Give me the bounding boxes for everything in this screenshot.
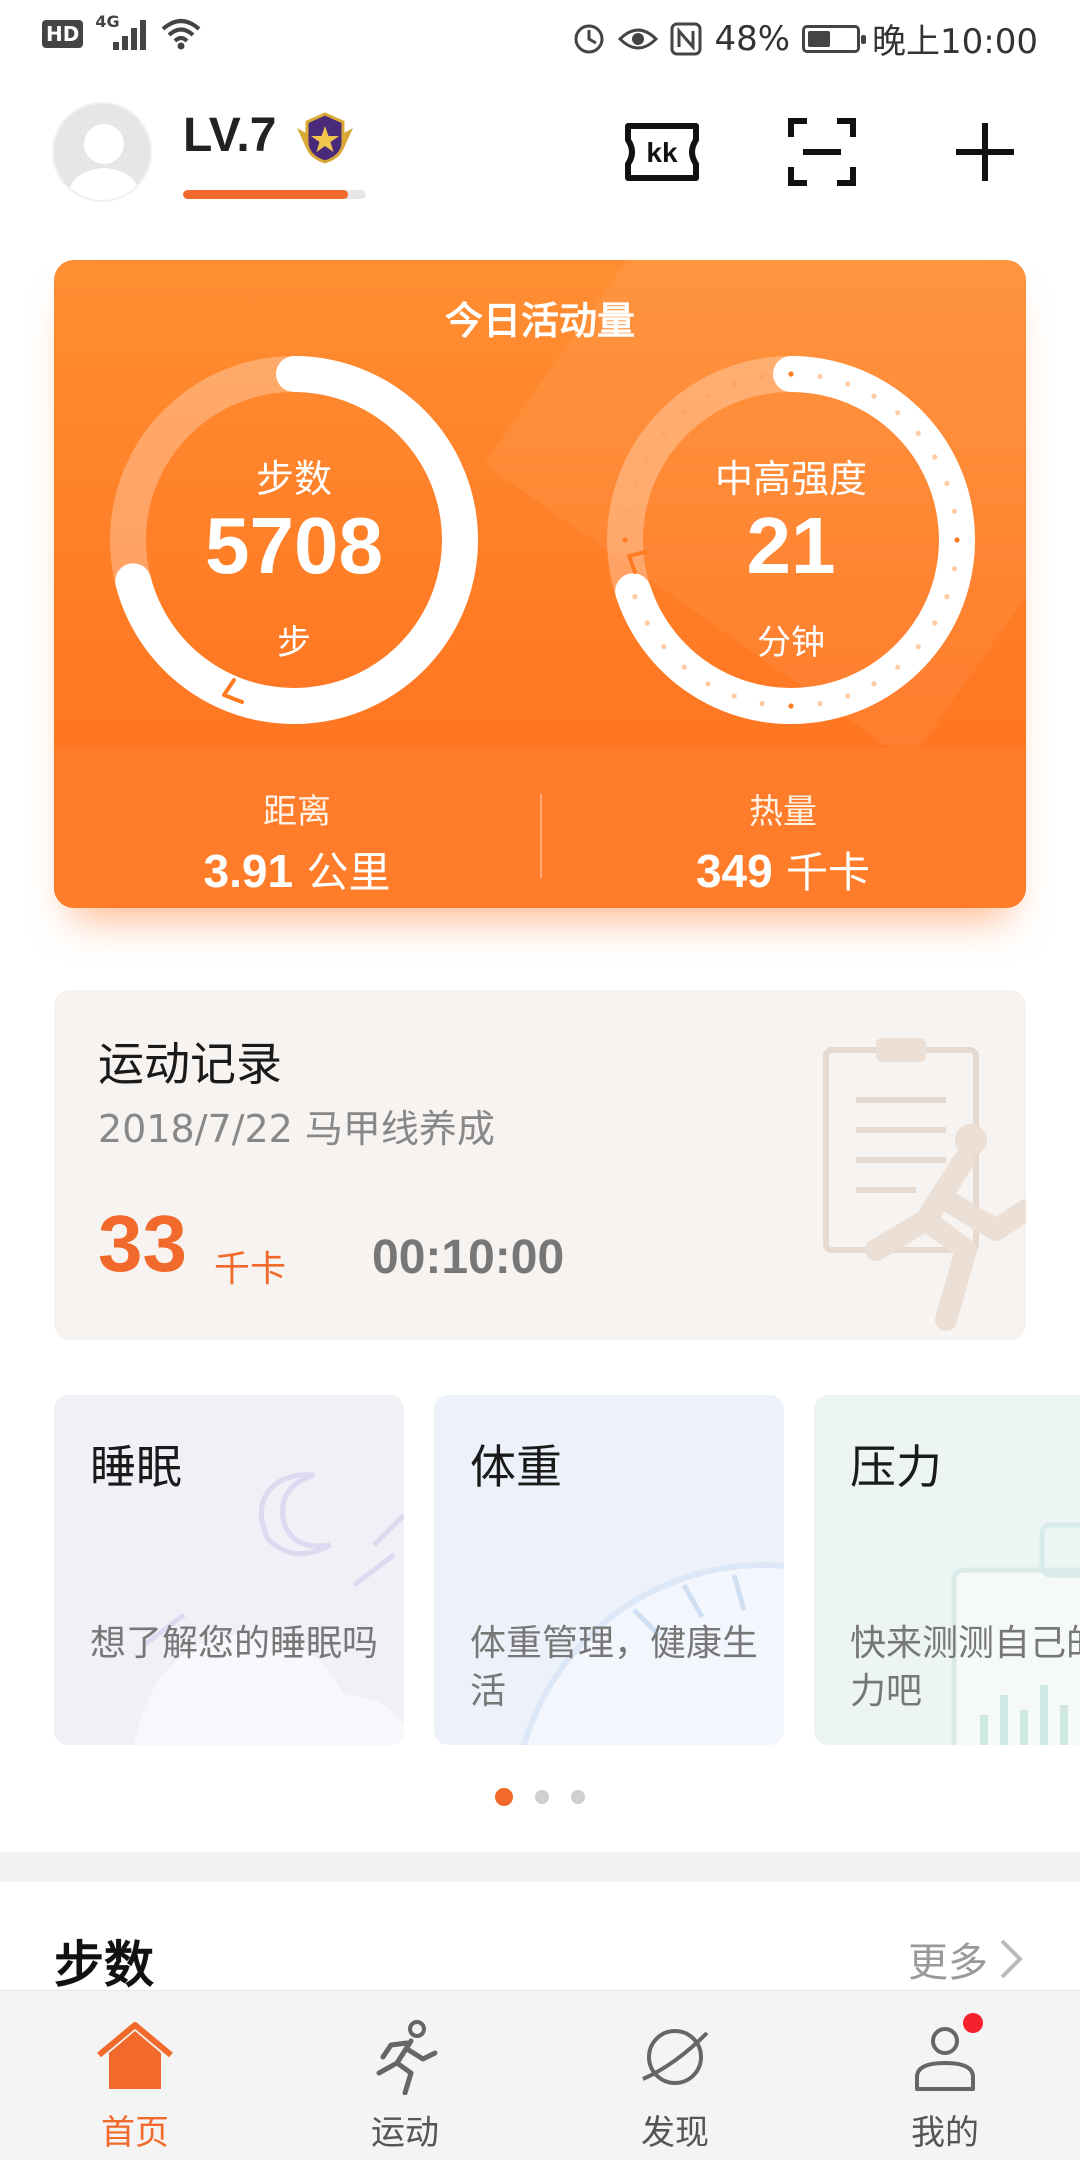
level-progress-bar	[183, 190, 366, 199]
nav-exercise[interactable]: 运动	[270, 1991, 540, 2160]
avatar-icon	[66, 124, 142, 200]
signal-4g-icon: 4G	[95, 12, 149, 52]
pager-dot[interactable]	[535, 1790, 549, 1804]
status-bar: HD 4G 48% 晚上10:00	[0, 0, 1080, 72]
record-duration: 00:10:00	[372, 1231, 565, 1284]
discover-icon	[642, 2029, 709, 2085]
weight-card[interactable]: 体重 体重管理，健康生活	[434, 1395, 784, 1745]
stress-title: 压力	[850, 1440, 942, 1494]
run-icon	[376, 2020, 438, 2096]
app-header: LV.7 kk	[0, 90, 1080, 220]
steps-label: 步数	[255, 457, 332, 501]
calories-label: 热量	[749, 792, 817, 832]
nfc-icon	[670, 22, 702, 55]
status-right: 48% 晚上10:00	[572, 14, 1038, 63]
record-calories: 33	[98, 1199, 187, 1288]
activity-title: 今日活动量	[444, 299, 635, 343]
distance-unit: 公里	[306, 848, 391, 897]
calories-value: 349	[695, 845, 773, 897]
calories-stat: 热量 349 千卡	[540, 784, 1026, 900]
nav-discover-label: 发现	[641, 2113, 709, 2153]
stress-desc: 快来测测自己的压力吧	[850, 1623, 1080, 1712]
data-saver-icon	[574, 24, 604, 53]
nav-home-label: 首页	[101, 2113, 169, 2153]
activity-summary: 距离 3.91 公里 热量 349 千卡	[54, 748, 1026, 908]
exercise-record-card[interactable]: 运动记录 2018/7/22 马甲线养成 33 千卡 00:10:00	[54, 990, 1026, 1340]
battery-icon	[802, 24, 867, 53]
steps-value: 5708	[205, 501, 383, 590]
home-icon	[97, 2022, 173, 2089]
eye-comfort-icon	[618, 28, 659, 49]
nav-discover[interactable]: 发现	[540, 1991, 810, 2160]
steps-unit: 步	[277, 623, 311, 663]
scan-button[interactable]	[777, 112, 867, 192]
record-subtitle: 2018/7/22 马甲线养成	[98, 1107, 495, 1151]
intensity-ring[interactable]: 中高强度 21 分钟	[601, 350, 981, 730]
record-title: 运动记录	[98, 1037, 282, 1091]
avatar[interactable]	[52, 102, 152, 202]
record-calories-unit: 千卡	[214, 1249, 287, 1290]
notification-dot	[963, 2013, 983, 2033]
weight-title: 体重	[470, 1440, 562, 1494]
distance-value: 3.91	[203, 845, 294, 897]
battery-percent: 48%	[714, 18, 791, 59]
svg-text:kk: kk	[646, 137, 678, 168]
kk-ticket-button[interactable]: kk	[617, 112, 707, 192]
bottom-nav: 首页 运动 发现 我的	[0, 1990, 1080, 2160]
plus-icon	[956, 123, 1014, 181]
calories-unit: 千卡	[786, 848, 871, 897]
card-pager	[0, 1788, 1080, 1806]
more-link[interactable]: 更多	[908, 1930, 1024, 1988]
sleep-title: 睡眠	[90, 1440, 182, 1494]
status-left: HD 4G	[42, 12, 201, 52]
scan-icon	[788, 118, 856, 186]
intensity-label: 中高强度	[714, 457, 867, 501]
distance-stat: 距离 3.91 公里	[54, 784, 540, 900]
kk-ticket-icon: kk	[625, 123, 699, 181]
nav-exercise-label: 运动	[371, 2113, 439, 2153]
pager-dot[interactable]	[495, 1788, 513, 1806]
clock: 晚上10:00	[872, 22, 1038, 62]
level-label[interactable]: LV.7	[183, 108, 276, 163]
pager-dot[interactable]	[571, 1790, 585, 1804]
clipboard-runner-icon	[823, 1038, 1026, 1331]
sleep-desc: 想了解您的睡眠吗	[90, 1623, 379, 1664]
wifi-icon	[162, 19, 201, 50]
today-activity-card[interactable]: 今日活动量 步数 5708 步 中高强度 21 分钟 距离 3.91 公里 热量…	[54, 260, 1026, 908]
weight-desc: 体重管理，健康生活	[470, 1623, 759, 1712]
rank-badge-icon[interactable]	[293, 110, 357, 166]
steps-ring[interactable]: 步数 5708 步	[104, 350, 484, 730]
nav-me[interactable]: 我的	[810, 1991, 1080, 2160]
sleep-card[interactable]: 睡眠 想了解您的睡眠吗	[54, 1395, 404, 1745]
chevron-right-icon	[1000, 1939, 1023, 1979]
more-label: 更多	[908, 1940, 988, 1986]
section-divider	[0, 1852, 1080, 1882]
nav-me-label: 我的	[911, 2113, 979, 2153]
intensity-unit: 分钟	[757, 623, 825, 663]
hd-icon: HD	[42, 20, 84, 48]
add-button[interactable]	[940, 112, 1030, 192]
nav-home[interactable]: 首页	[0, 1991, 270, 2160]
distance-label: 距离	[263, 792, 331, 832]
steps-section-title: 步数	[54, 1936, 154, 1994]
stress-card[interactable]: 压力 快来测测自己的压力吧	[814, 1395, 1080, 1745]
intensity-value: 21	[746, 501, 836, 590]
